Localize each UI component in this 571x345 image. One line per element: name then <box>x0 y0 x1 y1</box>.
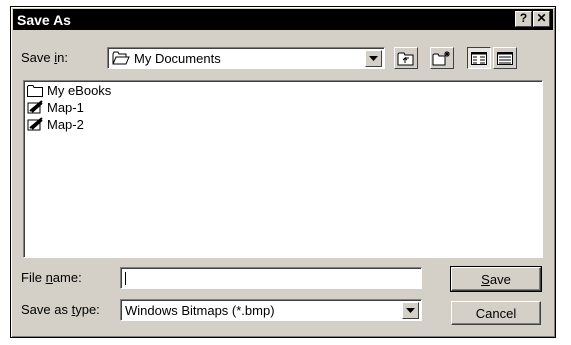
save-as-type-label: Save as type: <box>21 302 100 317</box>
details-view-icon <box>497 51 513 65</box>
file-name: My eBooks <box>47 82 112 98</box>
save-button[interactable]: Save <box>450 266 542 292</box>
paint-file-icon <box>27 100 45 114</box>
file-list[interactable]: My eBooks Map-1 Map-2 <box>23 80 543 258</box>
folder-icon <box>27 83 45 97</box>
save-as-dialog: Save As ? ✕ Save in: My Documents My eBo… <box>10 6 556 338</box>
save-as-type-value: Windows Bitmaps (*.bmp) <box>125 302 275 318</box>
save-as-type-dropdown-arrow[interactable] <box>402 302 419 319</box>
save-in-dropdown[interactable]: My Documents <box>107 47 385 69</box>
details-view-button[interactable] <box>493 47 517 69</box>
title-bar: Save As ? ✕ <box>13 9 553 30</box>
open-folder-icon <box>108 51 130 65</box>
new-folder-button[interactable] <box>430 47 454 69</box>
list-view-icon <box>471 51 487 65</box>
chevron-down-icon <box>369 55 378 61</box>
list-item[interactable]: Map-2 <box>24 116 542 132</box>
file-name-field[interactable] <box>120 267 422 289</box>
list-item[interactable]: My eBooks <box>24 82 542 98</box>
close-button[interactable]: ✕ <box>533 11 550 27</box>
up-one-level-button[interactable] <box>394 47 418 69</box>
folder-up-icon <box>397 52 414 65</box>
save-in-label: Save in: <box>21 50 68 65</box>
list-view-button[interactable] <box>467 47 491 69</box>
save-as-type-dropdown[interactable]: Windows Bitmaps (*.bmp) <box>120 299 422 321</box>
new-folder-icon <box>432 51 450 66</box>
paint-file-icon <box>27 117 45 131</box>
file-name-label: File name: <box>21 270 82 285</box>
file-name: Map-1 <box>47 99 84 115</box>
cancel-button[interactable]: Cancel <box>451 301 541 325</box>
save-label: ave <box>489 271 511 287</box>
window-title: Save As <box>17 11 71 28</box>
chevron-down-icon <box>406 307 415 313</box>
file-name: Map-2 <box>47 116 84 132</box>
text-caret <box>125 272 126 285</box>
list-item[interactable]: Map-1 <box>24 99 542 115</box>
save-accel: S <box>481 271 490 287</box>
save-in-dropdown-arrow[interactable] <box>365 50 382 67</box>
save-in-value: My Documents <box>134 50 221 66</box>
help-button[interactable]: ? <box>515 11 532 27</box>
